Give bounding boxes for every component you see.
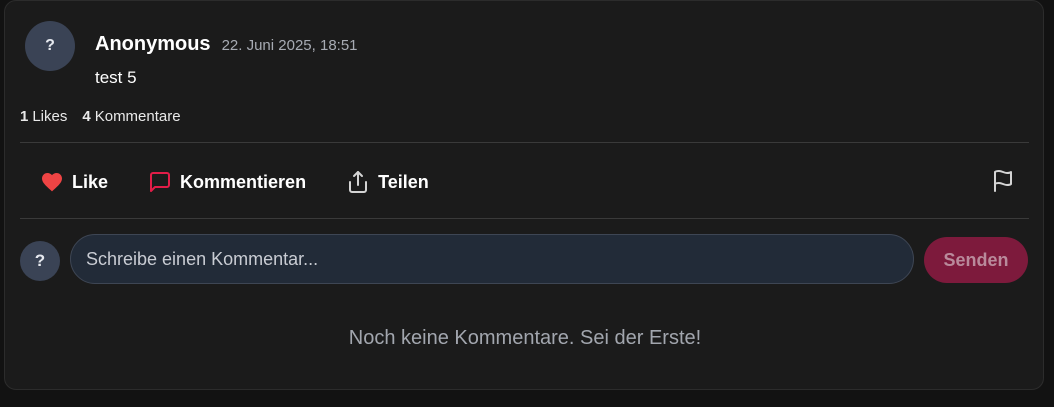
flag-icon — [991, 170, 1015, 197]
post-meta: Anonymous 22. Juni 2025, 18:51 test 5 — [95, 21, 358, 88]
post-card: ? Anonymous 22. Juni 2025, 18:51 test 5 … — [4, 0, 1044, 390]
comment-button[interactable]: Kommentieren — [148, 170, 306, 194]
comment-label: Kommentieren — [180, 171, 307, 192]
likes-count: 1 — [20, 108, 29, 125]
report-button[interactable] — [991, 169, 1015, 193]
comments-stat[interactable]: 4 Kommentare — [82, 108, 180, 125]
comment-icon — [148, 170, 172, 194]
avatar: ? — [20, 241, 60, 281]
divider — [20, 142, 1029, 143]
author-name[interactable]: Anonymous — [95, 33, 211, 56]
post-timestamp: 22. Juni 2025, 18:51 — [221, 37, 358, 54]
likes-label: Likes — [32, 108, 68, 125]
comment-input[interactable] — [70, 234, 914, 284]
post-header: ? Anonymous 22. Juni 2025, 18:51 test 5 — [25, 21, 358, 88]
post-text: test 5 — [95, 68, 137, 87]
likes-stat[interactable]: 1 Likes — [20, 108, 67, 125]
divider — [20, 218, 1029, 219]
share-label: Teilen — [378, 171, 429, 192]
send-button[interactable]: Senden — [924, 237, 1028, 283]
like-label: Like — [72, 171, 109, 192]
like-button[interactable]: Like — [40, 170, 108, 194]
share-icon — [346, 170, 370, 194]
comments-label: Kommentare — [94, 108, 181, 125]
author-row: Anonymous 22. Juni 2025, 18:51 — [95, 33, 358, 56]
post-stats: 1 Likes 4 Kommentare — [20, 108, 181, 125]
comment-composer: ? Senden — [20, 234, 1029, 286]
avatar[interactable]: ? — [25, 21, 75, 71]
action-bar: Like Kommentieren Teilen — [40, 167, 429, 197]
share-button[interactable]: Teilen — [346, 170, 429, 194]
empty-comments-message: Noch keine Kommentare. Sei der Erste! — [348, 327, 702, 349]
comments-count: 4 — [82, 108, 91, 125]
heart-icon — [40, 170, 64, 194]
